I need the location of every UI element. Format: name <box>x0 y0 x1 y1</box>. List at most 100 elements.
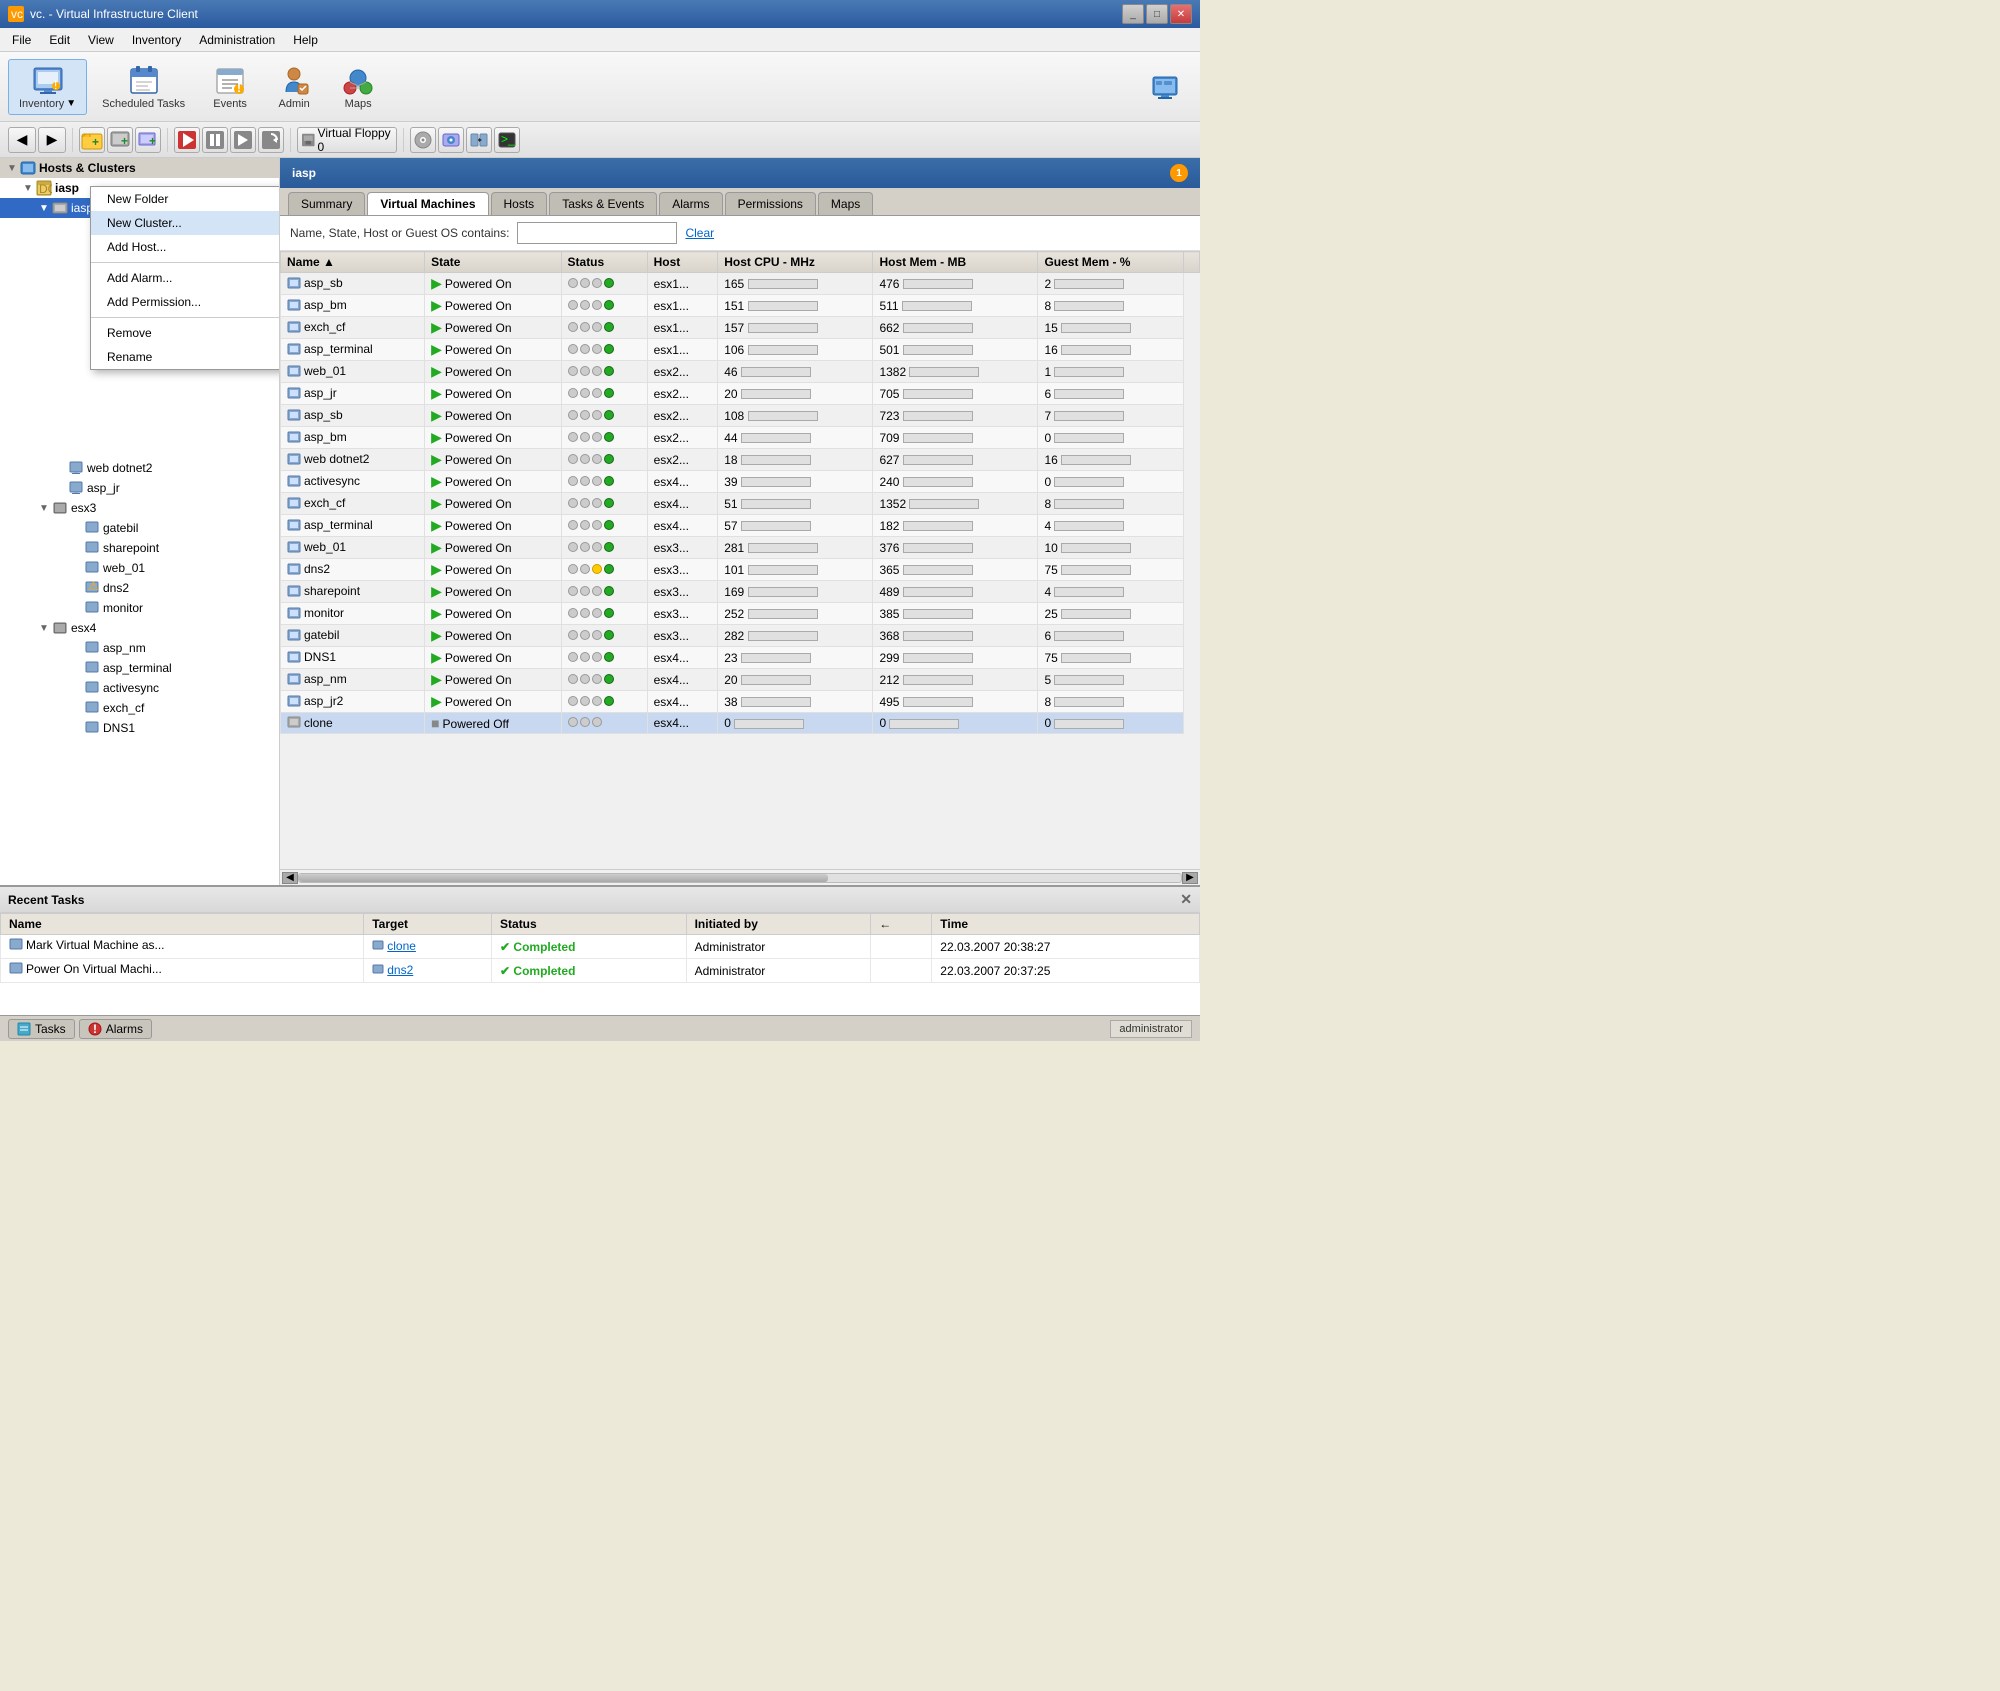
table-row[interactable]: Power On Virtual Machi... dns2 ✔ Complet… <box>1 959 1200 983</box>
forward-button[interactable]: ▶ <box>38 127 66 153</box>
ctx-new-cluster[interactable]: New Cluster... Ctrl+L <box>91 211 280 235</box>
tasks-col-initiatedby[interactable]: Initiated by <box>686 914 871 935</box>
toolbar-maps[interactable]: Maps <box>328 59 388 115</box>
snapshot-button[interactable] <box>438 127 464 153</box>
tab-hosts[interactable]: Hosts <box>491 192 548 215</box>
ctx-new-folder[interactable]: New Folder Ctrl+F <box>91 187 280 211</box>
col-name[interactable]: Name ▲ <box>281 252 425 273</box>
table-row[interactable]: monitor▶Powered Onesx3...252 385 25 <box>281 603 1200 625</box>
tasks-col-target[interactable]: Target <box>364 914 492 935</box>
restart-button[interactable] <box>258 127 284 153</box>
ctx-remove[interactable]: Remove <box>91 321 280 345</box>
tab-permissions[interactable]: Permissions <box>725 192 816 215</box>
table-row[interactable]: asp_sb▶Powered Onesx2...108 723 7 <box>281 405 1200 427</box>
table-row[interactable]: asp_terminal▶Powered Onesx4...57 182 4 <box>281 515 1200 537</box>
table-row[interactable]: DNS1▶Powered Onesx4...23 299 75 <box>281 647 1200 669</box>
table-row[interactable]: Mark Virtual Machine as... clone ✔ Compl… <box>1 935 1200 959</box>
close-button[interactable]: ✕ <box>1170 4 1192 24</box>
ctx-add-permission[interactable]: Add Permission... <box>91 290 280 314</box>
menu-administration[interactable]: Administration <box>191 31 283 49</box>
table-row[interactable]: exch_cf▶Powered Onesx1...157 662 15 <box>281 317 1200 339</box>
table-row[interactable]: asp_sb▶Powered Onesx1...165 476 2 <box>281 273 1200 295</box>
new-folder-button[interactable]: + <box>79 127 105 153</box>
col-state[interactable]: State <box>425 252 561 273</box>
minimize-button[interactable]: _ <box>1122 4 1144 24</box>
toolbar-events[interactable]: ! Events <box>200 59 260 115</box>
tree-host-esx4[interactable]: ▼ esx4 <box>0 618 279 638</box>
suspend-button[interactable] <box>202 127 228 153</box>
toolbar-scheduled-tasks[interactable]: Scheduled Tasks <box>91 59 196 115</box>
table-row[interactable]: clone■Powered Offesx4...0 0 0 <box>281 713 1200 734</box>
vm-table-container[interactable]: Name ▲ State Status Host Host CPU - MHz … <box>280 251 1200 869</box>
col-host[interactable]: Host <box>647 252 718 273</box>
tree-host-esx3[interactable]: ▼ esx3 <box>0 498 279 518</box>
virtual-floppy-button[interactable]: Virtual Floppy 0 <box>297 127 397 153</box>
tree-vm-web01[interactable]: web_01 <box>0 558 279 578</box>
col-host-cpu[interactable]: Host CPU - MHz <box>718 252 873 273</box>
tree-vm-web-dotnet2[interactable]: web dotnet2 <box>0 458 279 478</box>
toolbar-inventory[interactable]: ! Inventory ▼ <box>8 59 87 115</box>
tree-vm-dns1[interactable]: DNS1 <box>0 718 279 738</box>
table-row[interactable]: web_01▶Powered Onesx2...46 1382 1 <box>281 361 1200 383</box>
col-host-mem[interactable]: Host Mem - MB <box>873 252 1038 273</box>
table-row[interactable]: activesync▶Powered Onesx4...39 240 0 <box>281 471 1200 493</box>
tree-vm-exch-cf[interactable]: exch_cf <box>0 698 279 718</box>
maximize-button[interactable]: □ <box>1146 4 1168 24</box>
menu-file[interactable]: File <box>4 31 39 49</box>
cd-button[interactable] <box>410 127 436 153</box>
col-guest-mem[interactable]: Guest Mem - % <box>1038 252 1184 273</box>
ctx-add-host[interactable]: Add Host... Ctrl+H <box>91 235 280 259</box>
tasks-close-button[interactable]: ✕ <box>1180 891 1192 908</box>
tree-vm-asp-jr2[interactable]: asp_terminal <box>0 658 279 678</box>
toolbar-remote-console[interactable] <box>1138 66 1192 108</box>
table-row[interactable]: asp_jr▶Powered Onesx2...20 705 6 <box>281 383 1200 405</box>
tree-vm-monitor[interactable]: monitor <box>0 598 279 618</box>
table-row[interactable]: dns2▶Powered Onesx3...101 365 75 <box>281 559 1200 581</box>
hscroll-right[interactable]: ▶ <box>1182 872 1198 884</box>
tab-maps[interactable]: Maps <box>818 192 873 215</box>
task-target-link-2[interactable]: dns2 <box>387 963 413 977</box>
task-target-1[interactable]: clone <box>364 935 492 959</box>
table-row[interactable]: asp_terminal▶Powered Onesx1...106 501 16 <box>281 339 1200 361</box>
menu-help[interactable]: Help <box>285 31 326 49</box>
tasks-col-name[interactable]: Name <box>1 914 364 935</box>
task-target-link-1[interactable]: clone <box>387 939 416 953</box>
resume-button[interactable] <box>230 127 256 153</box>
filter-clear[interactable]: Clear <box>685 226 714 240</box>
new-host-button[interactable]: + <box>107 127 133 153</box>
tree-vm-asp-nm[interactable]: asp_nm <box>0 638 279 658</box>
bottom-tab-alarms[interactable]: ! Alarms <box>79 1019 152 1039</box>
table-row[interactable]: web dotnet2▶Powered Onesx2...18 627 16 <box>281 449 1200 471</box>
console-button[interactable]: >_ <box>494 127 520 153</box>
table-row[interactable]: web_01▶Powered Onesx3...281 376 10 <box>281 537 1200 559</box>
tasks-col-time[interactable]: Time <box>932 914 1200 935</box>
ctx-add-alarm[interactable]: Add Alarm... <box>91 266 280 290</box>
hscroll-left[interactable]: ◀ <box>282 872 298 884</box>
task-target-2[interactable]: dns2 <box>364 959 492 983</box>
bottom-tab-tasks[interactable]: Tasks <box>8 1019 75 1039</box>
power-on-button[interactable] <box>174 127 200 153</box>
hscroll-thumb[interactable] <box>299 874 828 882</box>
tab-alarms[interactable]: Alarms <box>659 192 722 215</box>
tab-virtual-machines[interactable]: Virtual Machines <box>367 192 488 215</box>
tasks-col-status[interactable]: Status <box>492 914 687 935</box>
tree-vm-dns2[interactable]: ⚠ dns2 <box>0 578 279 598</box>
col-status[interactable]: Status <box>561 252 647 273</box>
migrate-button[interactable] <box>466 127 492 153</box>
tree-root[interactable]: ▼ Hosts & Clusters <box>0 158 279 178</box>
new-vm-button[interactable]: + <box>135 127 161 153</box>
tree-vm-sharepoint[interactable]: sharepoint <box>0 538 279 558</box>
tab-tasks-events[interactable]: Tasks & Events <box>549 192 657 215</box>
tree-vm-asp-jr[interactable]: asp_jr <box>0 478 279 498</box>
table-row[interactable]: sharepoint▶Powered Onesx3...169 489 4 <box>281 581 1200 603</box>
menu-view[interactable]: View <box>80 31 122 49</box>
menu-inventory[interactable]: Inventory <box>124 31 189 49</box>
tree-vm-gatebil[interactable]: gatebil <box>0 518 279 538</box>
filter-input[interactable] <box>517 222 677 244</box>
tree-vm-activesync[interactable]: activesync <box>0 678 279 698</box>
table-row[interactable]: gatebil▶Powered Onesx3...282 368 6 <box>281 625 1200 647</box>
table-row[interactable]: asp_jr2▶Powered Onesx4...38 495 8 <box>281 691 1200 713</box>
table-row[interactable]: asp_bm▶Powered Onesx2...44 709 0 <box>281 427 1200 449</box>
table-row[interactable]: exch_cf▶Powered Onesx4...51 1352 8 <box>281 493 1200 515</box>
back-button[interactable]: ◀ <box>8 127 36 153</box>
